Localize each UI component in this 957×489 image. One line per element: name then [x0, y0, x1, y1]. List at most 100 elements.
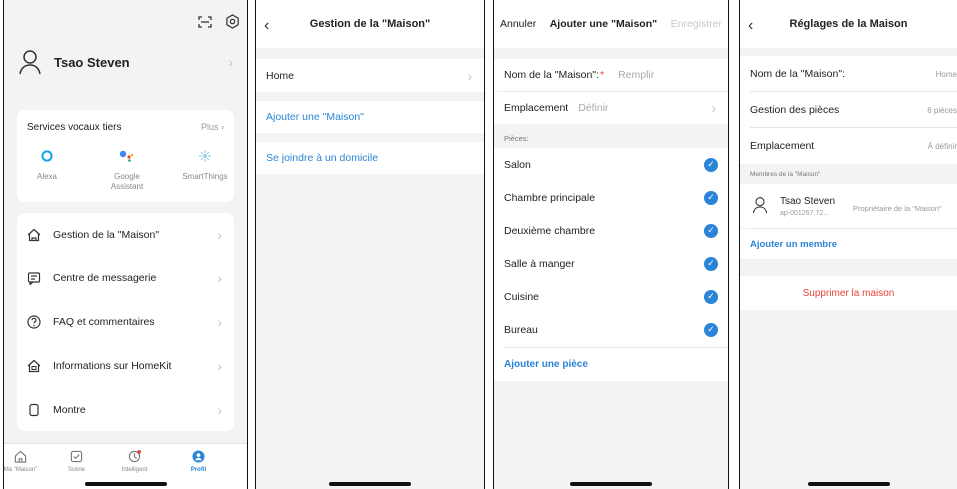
location-row[interactable]: Emplacement À définir: [740, 128, 957, 164]
home-name-input[interactable]: Remplir: [618, 69, 654, 81]
home-indicator: [807, 482, 890, 486]
location-label: Emplacement: [504, 102, 569, 114]
avatar-icon: [19, 50, 41, 75]
checkmark-icon[interactable]: ✓: [704, 190, 718, 205]
page-title: Ajouter une "Maison": [549, 18, 658, 30]
user-profile-row[interactable]: Tsao Steven ›: [18, 42, 247, 82]
room-label: Chambre principale: [504, 191, 596, 204]
room-item[interactable]: Salon ✓: [494, 148, 728, 181]
room-label: Deuxième chambre: [504, 224, 596, 237]
tab-profile[interactable]: Profil: [176, 450, 221, 473]
tab-my-home[interactable]: Ma "Maison": [4, 450, 43, 473]
menu-item-message-center[interactable]: Centre de messagerie ›: [17, 256, 234, 300]
menu-item-label: Centre de messagerie: [53, 272, 157, 284]
room-item[interactable]: Chambre principale ✓: [494, 181, 728, 214]
add-member-label: Ajouter un membre: [750, 238, 838, 250]
alexa-service[interactable]: Alexa: [17, 110, 77, 200]
homekit-icon: [27, 359, 41, 373]
room-item[interactable]: Bureau ✓: [494, 313, 728, 346]
smartthings-icon: [199, 150, 211, 162]
tab-label: Intelligent: [121, 467, 148, 473]
tab-scene[interactable]: Scène: [54, 450, 99, 473]
member-id: ap-001267.72...: [780, 210, 830, 217]
watch-icon: [29, 403, 39, 417]
room-item[interactable]: Salle à manger ✓: [494, 247, 728, 280]
home-name-field[interactable]: Nom de la "Maison": * Remplir: [494, 59, 728, 91]
checkmark-icon[interactable]: ✓: [704, 223, 718, 238]
add-home-button[interactable]: Ajouter une "Maison": [256, 101, 484, 133]
google-assistant-service[interactable]: Google Assistant: [97, 110, 157, 200]
nav-bar: ‹ Gestion de la "Maison": [256, 0, 484, 48]
chevron-right-icon: ›: [711, 100, 716, 116]
help-icon: [27, 315, 41, 329]
back-icon[interactable]: ‹: [748, 17, 753, 35]
checkmark-icon[interactable]: ✓: [704, 157, 718, 172]
home-name-row[interactable]: Nom de la "Maison": Home: [740, 56, 957, 92]
join-home-label: Se joindre à un domicile: [266, 152, 379, 164]
scene-tab-icon: [70, 450, 83, 463]
add-home-screen: Annuler Ajouter une "Maison" Enregistrer…: [493, 0, 729, 489]
room-label: Cuisine: [504, 290, 540, 303]
home-name-label: Nom de la "Maison":: [750, 68, 845, 80]
chevron-right-icon: ›: [228, 54, 233, 70]
menu-item-home-management[interactable]: Gestion de la "Maison" ›: [17, 213, 234, 257]
google-assistant-label: Google Assistant: [110, 172, 144, 191]
page-title: Réglages de la Maison: [789, 18, 908, 30]
avatar-icon: [752, 197, 768, 214]
alexa-label: Alexa: [36, 172, 57, 181]
tab-label: Profil: [190, 467, 207, 473]
tab-label: Scène: [67, 467, 85, 473]
home-indicator: [329, 482, 411, 486]
required-marker: *: [600, 69, 605, 81]
delete-home-button[interactable]: Supprimer la maison: [740, 276, 957, 310]
rooms-list: Salon ✓ Chambre principale ✓ Deuxième cham…: [494, 148, 728, 381]
member-name: Tsao Steven: [780, 196, 836, 207]
location-label: Emplacement: [750, 140, 815, 152]
smartthings-service[interactable]: SmartThings: [175, 110, 235, 200]
join-home-button[interactable]: Se joindre à un domicile: [256, 142, 484, 174]
room-item[interactable]: Deuxième chambre ✓: [494, 214, 728, 247]
message-icon: [27, 272, 41, 285]
room-label: Bureau: [504, 323, 538, 336]
members-section-label: Membres de la "Maison": [750, 171, 821, 178]
member-role: Propriétaire de la "Maison": [853, 204, 942, 213]
home-indicator: [570, 482, 652, 486]
menu-item-label: Montre: [53, 404, 86, 416]
checkmark-icon[interactable]: ✓: [704, 322, 718, 337]
settings-menu-card: Gestion de la "Maison" › Centre de messa…: [17, 213, 234, 431]
room-management-row[interactable]: Gestion des pièces 6 pièces: [740, 92, 957, 128]
add-member-button[interactable]: Ajouter un membre: [740, 229, 957, 259]
member-row[interactable]: Tsao Steven ap-001267.72... Propriétaire…: [740, 184, 957, 228]
nav-bar: ‹ Réglages de la Maison: [740, 0, 957, 48]
home-name-label: Nom de la "Maison":: [504, 69, 599, 81]
menu-item-label: Gestion de la "Maison": [53, 229, 160, 241]
checkmark-icon[interactable]: ✓: [704, 289, 718, 304]
room-item[interactable]: Cuisine ✓: [494, 280, 728, 313]
chevron-right-icon: ›: [217, 358, 222, 374]
profile-tab-icon: [192, 450, 205, 463]
save-button[interactable]: Enregistrer: [671, 18, 722, 30]
back-icon[interactable]: ‹: [264, 17, 269, 35]
cancel-button[interactable]: Annuler: [500, 18, 536, 30]
menu-item-label: Informations sur HomeKit: [53, 360, 172, 372]
user-name: Tsao Steven: [54, 54, 130, 70]
voice-services-card: Services vocaux tiers Plus › Alexa Googl…: [17, 110, 234, 202]
menu-item-faq[interactable]: FAQ et commentaires ›: [17, 300, 234, 344]
house-icon: [27, 228, 41, 242]
chevron-right-icon: ›: [217, 227, 222, 243]
scan-icon[interactable]: [198, 15, 212, 29]
home-item-label: Home: [266, 69, 295, 82]
home-management-screen: ‹ Gestion de la "Maison" Home › Ajouter …: [255, 0, 485, 489]
home-indicator: [84, 482, 167, 486]
home-list-item[interactable]: Home ›: [256, 59, 484, 92]
checkmark-icon[interactable]: ✓: [704, 256, 718, 271]
tab-intelligent[interactable]: Intelligent: [112, 450, 157, 473]
menu-item-watch[interactable]: Montre ›: [17, 388, 234, 432]
chevron-right-icon: ›: [217, 402, 222, 418]
menu-item-homekit[interactable]: Informations sur HomeKit ›: [17, 344, 234, 388]
delete-home-label: Supprimer la maison: [802, 287, 895, 299]
room-count-value: 6 pièces: [927, 105, 957, 115]
location-row[interactable]: Emplacement Définir ›: [494, 92, 728, 124]
add-room-button[interactable]: Ajouter une pièce: [494, 348, 728, 381]
settings-icon[interactable]: [225, 14, 240, 29]
